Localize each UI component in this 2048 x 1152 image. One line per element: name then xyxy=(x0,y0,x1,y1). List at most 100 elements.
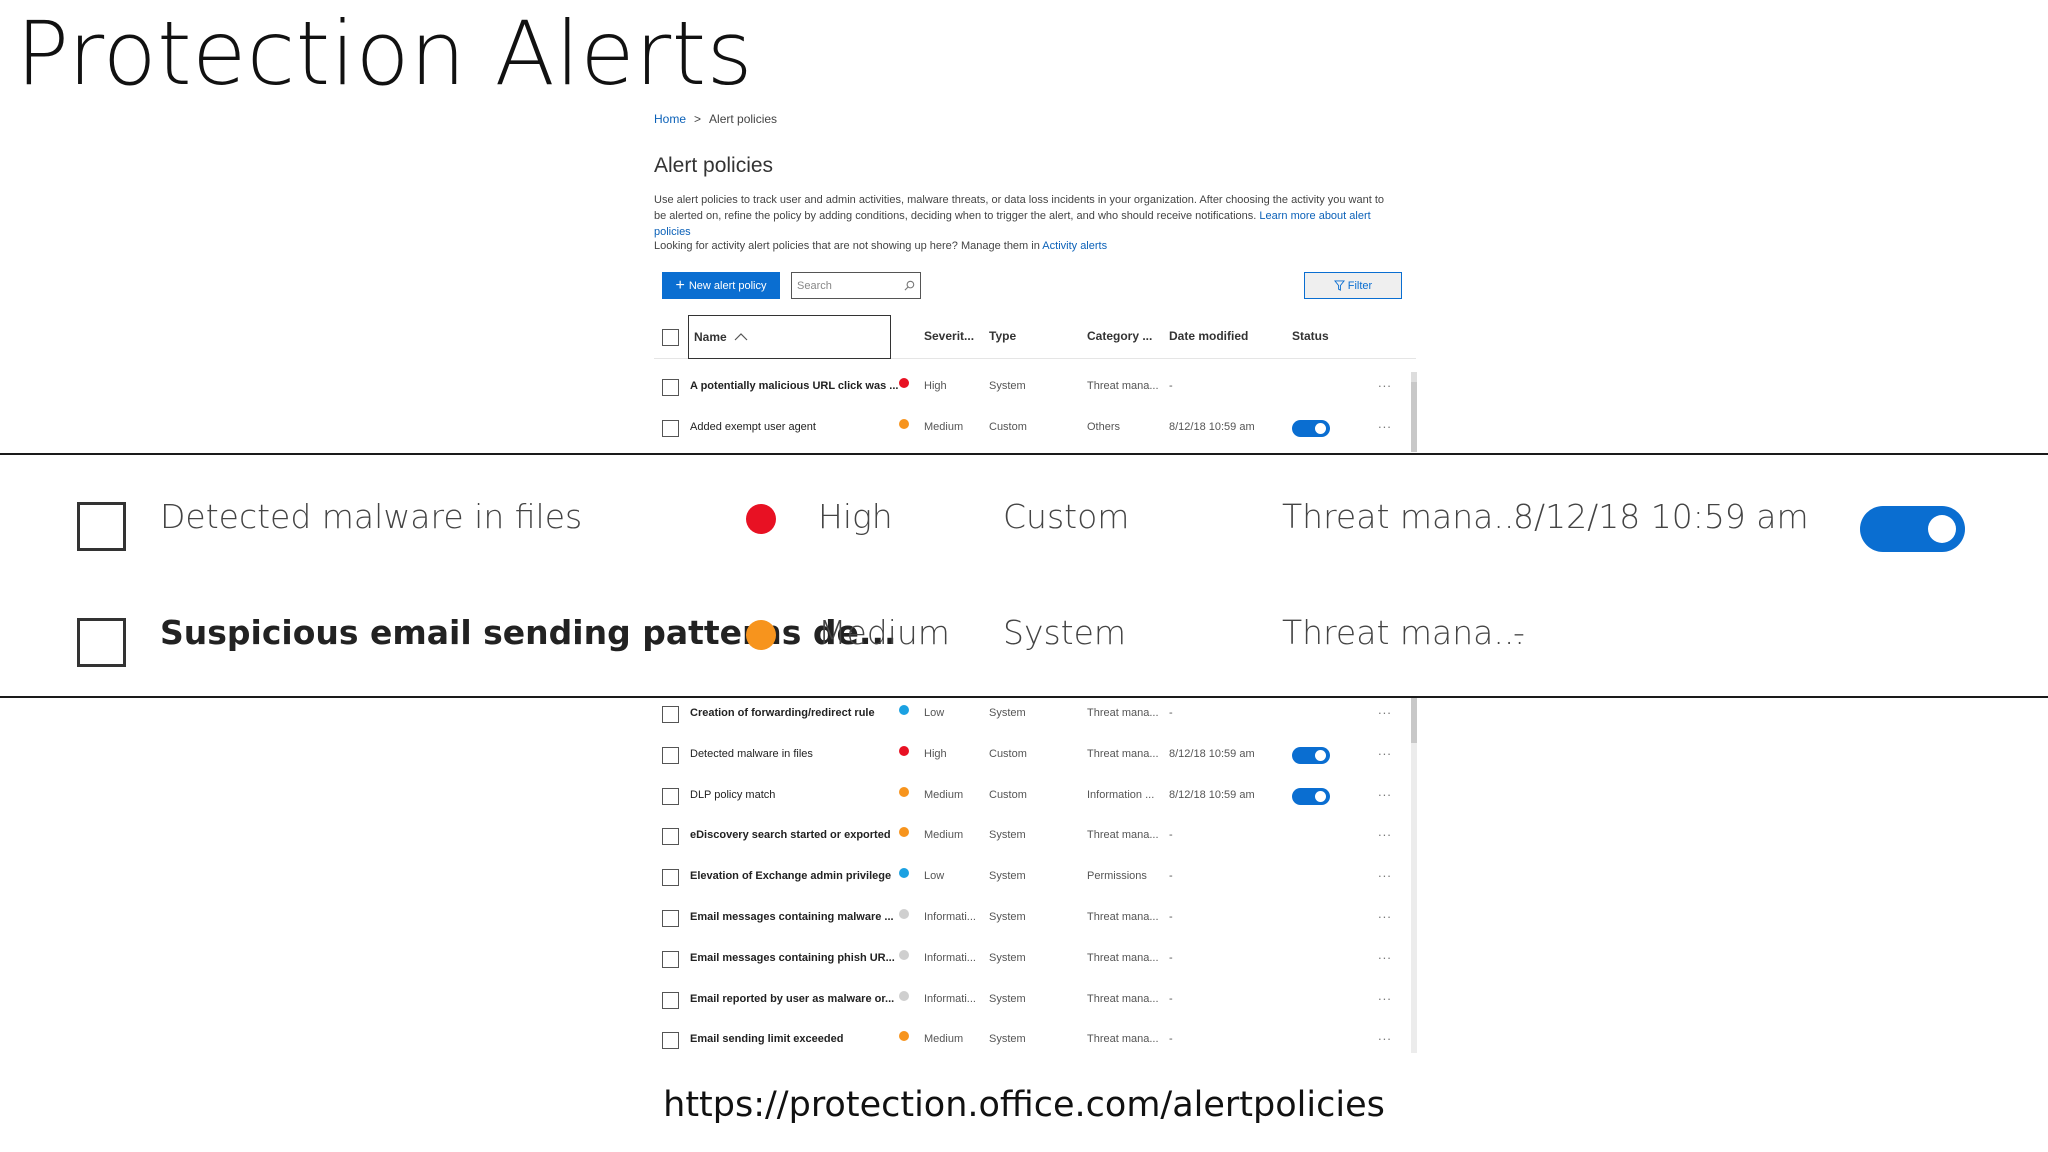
select-all-checkbox[interactable] xyxy=(662,329,679,346)
row-checkbox[interactable] xyxy=(662,991,679,1009)
row-checkbox[interactable] xyxy=(77,502,126,551)
zoom-row[interactable]: Detected malware in files High Custom Threa… xyxy=(0,475,2048,565)
table-row[interactable]: Detected malware in files High Custom Threa… xyxy=(654,735,1416,776)
status-toggle[interactable] xyxy=(1860,506,1965,552)
more-actions-icon[interactable]: ... xyxy=(1378,702,1392,717)
activity-alerts-link[interactable]: Activity alerts xyxy=(1042,240,1107,252)
row-name[interactable]: Creation of forwarding/redirect rule xyxy=(690,707,875,719)
row-name[interactable]: Suspicious email sending patterns de... xyxy=(160,613,897,652)
scrollbar-track[interactable] xyxy=(1411,372,1417,452)
row-checkbox[interactable] xyxy=(662,379,679,396)
row-name[interactable]: Elevation of Exchange admin privilege xyxy=(690,870,891,882)
row-category: Threat mana... xyxy=(1282,613,1525,652)
row-name[interactable]: Email messages containing phish UR... xyxy=(690,952,895,964)
scrollbar-track-lower[interactable] xyxy=(1411,698,1417,1053)
table-row[interactable]: Email sending limit exceeded Medium System… xyxy=(654,1020,1416,1061)
new-alert-policy-button[interactable]: + New alert policy xyxy=(662,272,780,299)
row-checkbox[interactable] xyxy=(662,950,679,968)
row-severity: Low xyxy=(924,707,945,719)
row-severity: High xyxy=(818,497,893,536)
row-date: - xyxy=(1513,613,1525,652)
severity-dot-icon xyxy=(746,504,776,534)
search-input[interactable]: Search xyxy=(791,272,921,299)
more-actions-icon[interactable]: ... xyxy=(1378,743,1392,758)
table-row[interactable]: Email messages containing phish UR... Inf… xyxy=(654,939,1416,980)
row-checkbox[interactable] xyxy=(662,869,679,887)
more-actions-icon[interactable]: ... xyxy=(1378,988,1392,1003)
row-checkbox[interactable] xyxy=(662,1032,679,1050)
row-severity: Medium xyxy=(924,1033,964,1046)
activity-alerts-note-text: Looking for activity alert policies that… xyxy=(654,240,1040,252)
slide-title: Protection Alerts xyxy=(16,2,753,105)
table-row[interactable]: Added exempt user agent Medium Custom Other… xyxy=(654,408,1416,449)
row-category: Threat mana... xyxy=(1282,497,1525,536)
more-actions-icon[interactable]: ... xyxy=(1378,784,1392,799)
table-row[interactable]: eDiscovery search started or exported Med… xyxy=(654,816,1416,857)
search-placeholder: Search xyxy=(797,279,832,292)
more-actions-icon[interactable]: ... xyxy=(1378,375,1392,390)
more-actions-icon[interactable]: ... xyxy=(1378,1028,1392,1043)
status-toggle[interactable] xyxy=(1292,746,1330,764)
table-row[interactable]: A potentially malicious URL click was ..… xyxy=(654,367,1416,408)
row-checkbox[interactable] xyxy=(662,910,679,927)
row-checkbox[interactable] xyxy=(77,618,126,667)
row-category: Threat mana... xyxy=(1087,747,1159,760)
row-type: Custom xyxy=(989,421,1027,433)
row-category: Threat mana... xyxy=(1087,1033,1159,1046)
row-checkbox[interactable] xyxy=(662,420,679,437)
row-checkbox[interactable] xyxy=(662,828,679,846)
scrollbar-thumb[interactable] xyxy=(1411,382,1417,452)
row-category: Threat mana... xyxy=(1087,829,1159,842)
row-name[interactable]: Email sending limit exceeded xyxy=(690,1033,843,1045)
more-actions-icon[interactable]: ... xyxy=(1378,824,1392,839)
row-date: - xyxy=(1169,1033,1173,1046)
status-column-header[interactable]: Status xyxy=(1292,329,1329,343)
row-type: System xyxy=(989,992,1026,1005)
row-name[interactable]: Email reported by user as malware or... xyxy=(690,993,894,1005)
table-row[interactable]: DLP policy match Medium Custom Information … xyxy=(654,776,1416,817)
date-column-header[interactable]: Date modified xyxy=(1169,329,1248,343)
row-date: - xyxy=(1169,911,1173,923)
status-toggle[interactable] xyxy=(1292,787,1330,805)
table-row[interactable]: Creation of forwarding/redirect rule Low S… xyxy=(654,694,1416,735)
row-date: - xyxy=(1169,992,1173,1005)
table-row[interactable]: Email messages containing malware ... Inf… xyxy=(654,898,1416,939)
row-name[interactable]: Detected malware in files xyxy=(690,748,813,760)
more-actions-icon[interactable]: ... xyxy=(1378,906,1392,921)
severity-column-header[interactable]: Severit... xyxy=(924,329,974,343)
scrollbar-thumb-lower[interactable] xyxy=(1411,698,1417,743)
more-actions-icon[interactable]: ... xyxy=(1378,416,1392,431)
more-actions-icon[interactable]: ... xyxy=(1378,947,1392,962)
row-category: Threat mana... xyxy=(1087,992,1159,1005)
table-row[interactable]: Elevation of Exchange admin privilege Low… xyxy=(654,857,1416,898)
severity-dot-icon xyxy=(899,909,909,919)
row-checkbox[interactable] xyxy=(662,787,679,805)
name-column-label: Name xyxy=(694,330,727,344)
status-toggle[interactable] xyxy=(1292,420,1330,437)
category-column-header[interactable]: Category ... xyxy=(1087,329,1152,343)
filter-button[interactable]: Filter xyxy=(1304,272,1402,299)
name-column-header[interactable]: Name xyxy=(688,315,891,359)
table-row[interactable]: Email reported by user as malware or... I… xyxy=(654,980,1416,1021)
breadcrumb-home-link[interactable]: Home xyxy=(654,112,686,126)
row-type: System xyxy=(989,951,1026,964)
row-category: Others xyxy=(1087,421,1121,433)
row-name[interactable]: A potentially malicious URL click was ..… xyxy=(690,380,898,392)
row-checkbox[interactable] xyxy=(662,706,679,723)
severity-dot-icon xyxy=(899,1031,909,1042)
type-column-header[interactable]: Type xyxy=(989,329,1016,343)
row-date: - xyxy=(1169,829,1173,842)
row-name[interactable]: Added exempt user agent xyxy=(690,421,816,433)
row-name[interactable]: Email messages containing malware ... xyxy=(690,911,894,923)
row-checkbox[interactable] xyxy=(662,746,679,764)
severity-dot-icon xyxy=(899,827,909,838)
more-actions-icon[interactable]: ... xyxy=(1378,865,1392,880)
row-name[interactable]: DLP policy match xyxy=(690,789,775,801)
zoom-row[interactable]: Suspicious email sending patterns de... M… xyxy=(0,591,2048,681)
filter-icon xyxy=(1333,280,1345,291)
row-type: System xyxy=(989,1033,1026,1046)
row-severity: Informati... xyxy=(924,951,976,964)
row-name[interactable]: eDiscovery search started or exported xyxy=(690,829,891,841)
row-name[interactable]: Detected malware in files xyxy=(160,497,582,536)
row-severity: Medium xyxy=(818,613,950,652)
